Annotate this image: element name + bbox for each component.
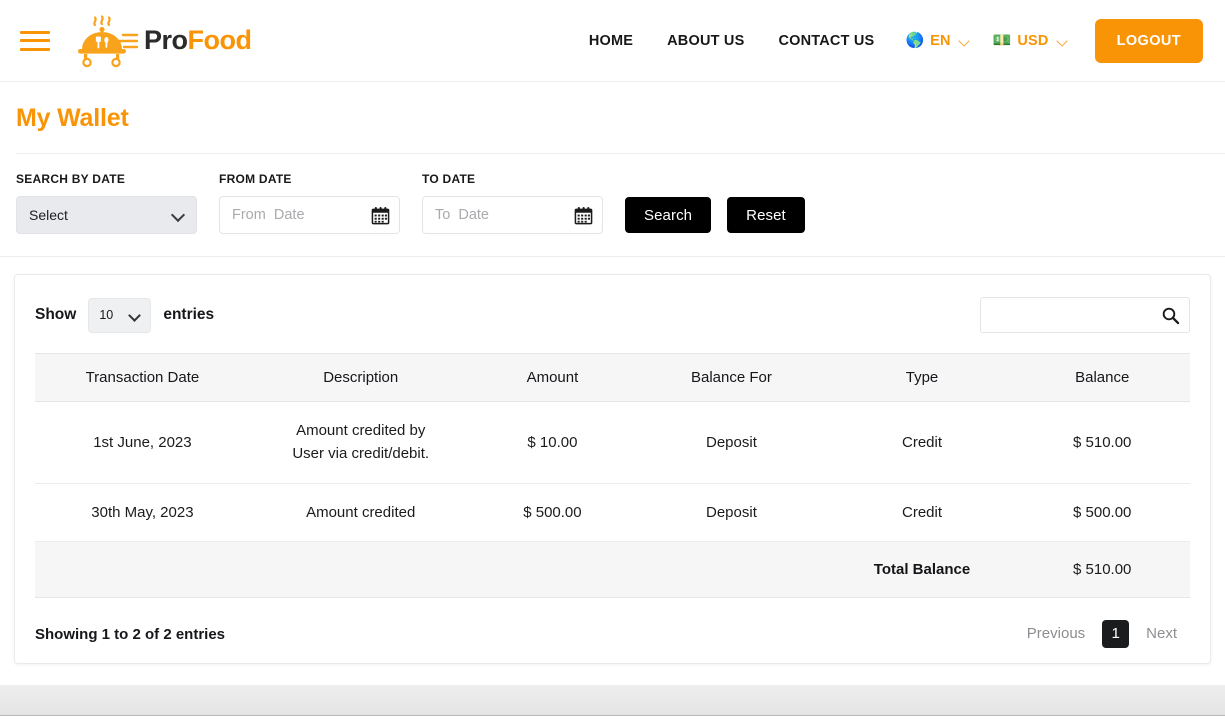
currency-selector[interactable]: 💵 USD (979, 33, 1077, 49)
table-header-row: Transaction Date Description Amount Bala… (35, 353, 1190, 402)
currency-label: USD (1017, 32, 1049, 49)
table-row: 30th May, 2023 Amount credited $ 500.00 … (35, 483, 1190, 542)
cell-description: Amount credited by User via credit/debit… (249, 401, 472, 484)
page-footer-strip (0, 685, 1225, 716)
cell-balance: $ 510.00 (1014, 401, 1190, 484)
chevron-down-icon (130, 311, 140, 321)
cell-type: Credit (829, 401, 1015, 484)
nav-item-contact-us[interactable]: CONTACT US (761, 33, 891, 49)
hamburger-icon[interactable] (20, 29, 52, 53)
hamburger-bar (20, 39, 50, 42)
filter-actions: Search Reset (625, 197, 805, 233)
total-spacer (35, 541, 250, 599)
cell-balance-for: Deposit (633, 483, 830, 542)
from-date-group: FROM DATE (219, 172, 400, 234)
cell-description: Amount credited (249, 483, 472, 542)
showing-entries-info: Showing 1 to 2 of 2 entries (35, 625, 226, 643)
column-header-type[interactable]: Type (829, 353, 1015, 402)
page-title-section: My Wallet (0, 82, 1225, 154)
cell-balance: $ 500.00 (1014, 483, 1190, 542)
column-header-balance[interactable]: Balance (1014, 353, 1190, 402)
description-line-2: User via credit/debit. (292, 445, 430, 463)
hamburger-bar (20, 47, 50, 51)
pagination-page-1[interactable]: 1 (1102, 620, 1130, 648)
total-balance-label: Total Balance (829, 541, 1015, 599)
hamburger-bar (20, 30, 50, 34)
column-header-description[interactable]: Description (249, 353, 472, 402)
cell-amount: $ 500.00 (471, 483, 634, 542)
filter-bar: SEARCH BY DATE Select FROM DATE From Dat… (0, 154, 1225, 257)
wallet-card: Show 10 entries Transaction Date Descrip… (14, 274, 1211, 664)
column-header-amount[interactable]: Amount (471, 353, 634, 402)
total-spacer (471, 541, 634, 599)
search-by-date-label: SEARCH BY DATE (16, 172, 126, 186)
wallet-transactions-table: Transaction Date Description Amount Bala… (35, 353, 1190, 599)
site-header: ProFood HOME ABOUT US CONTACT US 🌎 EN 💵 … (0, 0, 1225, 82)
page-length-select[interactable]: 10 (88, 297, 152, 333)
search-by-date-value: Select (29, 207, 68, 223)
brand-text-food: Food (187, 25, 252, 55)
to-date-group: TO DATE (422, 172, 603, 234)
from-date-label: FROM DATE (219, 172, 292, 186)
table-body: 1st June, 2023 Amount credited by User v… (35, 401, 1190, 599)
globe-icon: 🌎 (905, 32, 925, 49)
cell-amount: $ 10.00 (471, 401, 634, 484)
show-entries-control: Show 10 entries (35, 297, 215, 333)
chevron-down-icon (1058, 37, 1069, 44)
search-icon[interactable] (1161, 306, 1180, 325)
main-nav: HOME ABOUT US CONTACT US 🌎 EN 💵 USD LOGO… (579, 18, 1203, 63)
column-header-balance-for[interactable]: Balance For (633, 353, 830, 402)
from-date-input[interactable] (232, 207, 363, 223)
table-total-row: Total Balance $ 510.00 (35, 541, 1190, 599)
table-footer: Showing 1 to 2 of 2 entries Previous 1 N… (35, 620, 1190, 648)
column-header-transaction-date[interactable]: Transaction Date (35, 353, 250, 402)
cell-transaction-date: 1st June, 2023 (35, 401, 250, 484)
brand-text-pro: Pro (144, 25, 188, 55)
total-spacer (633, 541, 830, 599)
food-cloche-logo-icon (78, 14, 139, 67)
brand-wordmark: ProFood (144, 25, 252, 56)
cell-balance-for: Deposit (633, 401, 830, 484)
to-date-label: TO DATE (422, 172, 476, 186)
reset-button[interactable]: Reset (727, 197, 805, 233)
calendar-icon[interactable] (574, 206, 593, 225)
banknote-icon: 💵 (992, 32, 1012, 49)
to-date-field[interactable] (422, 196, 603, 234)
table-row: 1st June, 2023 Amount credited by User v… (35, 401, 1190, 484)
chevron-down-icon (173, 210, 184, 221)
cell-type: Credit (829, 483, 1015, 542)
search-by-date-group: SEARCH BY DATE Select (16, 172, 197, 234)
pagination: Previous 1 Next (1014, 620, 1190, 648)
page-length-value: 10 (99, 308, 114, 322)
table-controls: Show 10 entries (35, 297, 1190, 333)
search-button[interactable]: Search (625, 197, 712, 233)
cell-transaction-date: 30th May, 2023 (35, 483, 250, 542)
to-date-input[interactable] (435, 207, 566, 223)
calendar-icon[interactable] (371, 206, 390, 225)
table-search-box[interactable] (980, 297, 1190, 333)
chevron-down-icon (960, 37, 971, 44)
entries-label: entries (163, 306, 215, 323)
show-label: Show (35, 306, 77, 323)
nav-item-about-us[interactable]: ABOUT US (650, 33, 761, 49)
total-balance-value: $ 510.00 (1014, 541, 1190, 599)
pagination-previous[interactable]: Previous (1014, 620, 1098, 648)
from-date-field[interactable] (219, 196, 400, 234)
language-label: EN (930, 32, 951, 49)
description-line-1: Amount credited by (296, 422, 426, 439)
nav-item-home[interactable]: HOME (579, 33, 650, 49)
search-by-date-select[interactable]: Select (16, 196, 197, 234)
total-spacer (249, 541, 472, 599)
logout-button[interactable]: LOGOUT (1094, 18, 1203, 63)
brand-logo-link[interactable]: ProFood (70, 11, 252, 71)
language-selector[interactable]: 🌎 EN (891, 33, 978, 49)
pagination-next[interactable]: Next (1133, 620, 1190, 648)
table-search-input[interactable] (981, 307, 1189, 323)
table-head: Transaction Date Description Amount Bala… (35, 353, 1190, 402)
page-title: My Wallet (16, 104, 129, 132)
